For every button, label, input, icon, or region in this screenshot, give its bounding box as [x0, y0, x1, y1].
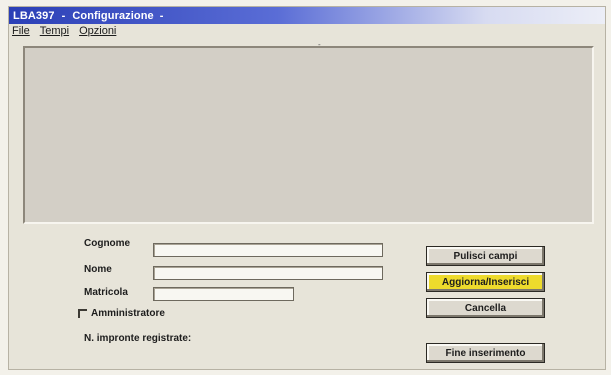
delete-button[interactable]: Cancella — [426, 298, 545, 318]
title-suffix: - — [159, 9, 164, 22]
app-name: LBA397 — [13, 9, 55, 22]
admin-checkbox-label: Amministratore — [91, 308, 165, 319]
surname-field[interactable] — [153, 243, 383, 257]
menu-opzioni[interactable]: Opzioni — [79, 25, 116, 37]
admin-checkbox-row[interactable]: Amministratore — [78, 308, 165, 319]
menu-file[interactable]: File — [12, 25, 30, 37]
title-separator: - — [61, 9, 66, 22]
window-title: Configurazione — [72, 9, 154, 22]
surname-label: Cognome — [84, 238, 131, 249]
fingerprints-count-label: N. impronte registrate: — [84, 333, 192, 344]
clear-fields-button[interactable]: Pulisci campi — [426, 246, 545, 266]
badge-number-label: Matricola — [84, 287, 128, 298]
name-field[interactable] — [153, 266, 383, 280]
title-bar[interactable]: LBA397 - Configurazione - — [9, 7, 605, 24]
users-list-panel[interactable] — [23, 46, 594, 224]
menu-bar: File Tempi Opzioni — [9, 24, 605, 38]
finish-entry-button[interactable]: Fine inserimento — [426, 343, 545, 363]
name-label: Nome — [84, 264, 112, 275]
badge-number-field[interactable] — [153, 287, 294, 301]
update-insert-button[interactable]: Aggiorna/Inserisci — [426, 272, 545, 292]
menu-tempi[interactable]: Tempi — [40, 25, 69, 37]
admin-checkbox[interactable] — [78, 309, 87, 318]
